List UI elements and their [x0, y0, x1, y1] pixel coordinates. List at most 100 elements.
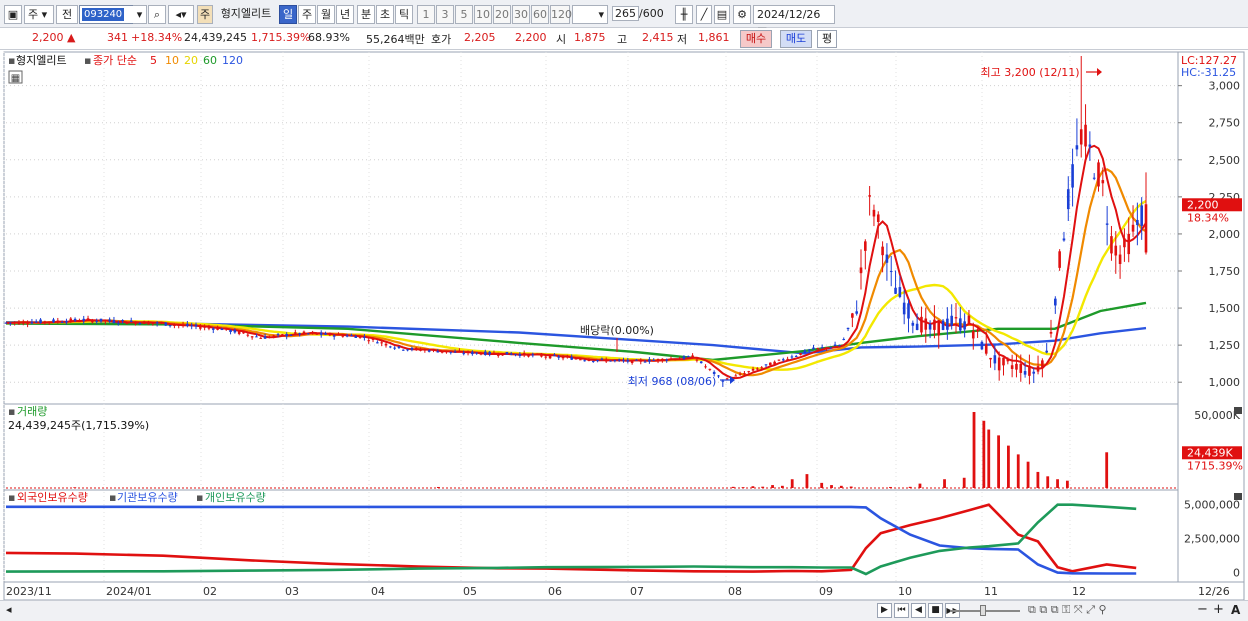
candle-body [376, 342, 379, 344]
eval-button[interactable]: 평 [817, 30, 837, 48]
tab-month[interactable]: 월 [317, 5, 335, 24]
nav-first-button[interactable]: ⏮ [894, 603, 909, 618]
candle-body [371, 338, 375, 340]
candle-body [436, 351, 440, 353]
scroll-left-icon[interactable]: ◂ [6, 603, 12, 616]
candle-body [466, 351, 470, 354]
tab-tick[interactable]: 틱 [395, 5, 413, 24]
chevron-down-icon[interactable]: ▾ [133, 5, 147, 24]
chart-tools-icon[interactable]: ⧉ ⧉ ⧉ ⚿ ⤧ ⤢ ⚲ [1028, 603, 1107, 617]
candle-body [60, 321, 64, 323]
trade-amount: 55,264백만 [366, 33, 425, 46]
candle-body [937, 320, 941, 336]
zoom-slider-handle[interactable] [980, 605, 986, 616]
line-tool-icon[interactable]: ╱ [696, 5, 712, 24]
legend-marker: ▪ [109, 491, 116, 504]
candle-type-icon[interactable]: ╫ [675, 5, 693, 24]
candle-body [263, 336, 267, 339]
candle-body [458, 350, 461, 352]
candle-body [881, 246, 884, 256]
candle-body [151, 322, 155, 324]
candle-body [1092, 177, 1096, 179]
minute-option[interactable]: 120 [550, 5, 572, 24]
period-type-select[interactable]: 주 ▾ [24, 5, 54, 24]
candle-body [924, 318, 928, 330]
volume-bar [1036, 471, 1040, 488]
minute-option[interactable]: 60 [531, 5, 549, 24]
tab-year[interactable]: 년 [336, 5, 354, 24]
minute-option[interactable]: 1 [417, 5, 435, 24]
tab-week[interactable]: 주 [298, 5, 316, 24]
candle-body [332, 335, 336, 337]
holdings-tick-label: 5,000,000 [1184, 499, 1240, 512]
tab-minute[interactable]: 분 [357, 5, 375, 24]
horizontal-scrollbar[interactable]: ◂ ▶ ⏮ ◀ ■ ▶▶ ⧉ ⧉ ⧉ ⚿ ⤧ ⤢ ⚲ − + A [0, 600, 1248, 621]
candle-body [579, 359, 582, 361]
current-price: 2,200 [32, 31, 64, 44]
zoom-in-button[interactable]: + [1213, 602, 1224, 617]
buy-button[interactable]: 매수 [740, 30, 772, 48]
time-label: 06 [548, 585, 562, 598]
candle-body [397, 346, 401, 348]
pane-close-icon[interactable] [1234, 493, 1242, 500]
candle-body [13, 322, 16, 324]
last-volume-label: 24,439K [1187, 446, 1233, 459]
prefix-button[interactable]: 전 [56, 5, 78, 24]
nav-stop-button[interactable]: ■ [928, 603, 943, 618]
candle-body [635, 359, 638, 361]
gear-icon[interactable]: ⚙ [733, 5, 751, 24]
zoom-out-button[interactable]: − [1197, 602, 1208, 617]
candle-body [181, 324, 185, 326]
tab-second[interactable]: 초 [376, 5, 394, 24]
minute-option[interactable]: 3 [436, 5, 454, 24]
candle-body [583, 360, 586, 362]
minute-option[interactable]: 5 [455, 5, 473, 24]
legend-foreign: 외국인보유수량 [17, 491, 88, 504]
candle-body [345, 335, 349, 337]
candle-body [52, 319, 55, 323]
candle-body [941, 320, 945, 330]
candle-body [276, 334, 280, 336]
tab-day[interactable]: 일 [279, 5, 297, 24]
candle-body [1144, 204, 1148, 253]
candle-body [177, 324, 181, 326]
candle-body [648, 359, 651, 362]
candle-body [851, 313, 854, 318]
candle-body [518, 354, 522, 356]
custom-period-select[interactable]: ▾ [572, 5, 608, 24]
candle-body [820, 347, 824, 349]
candle-body [39, 319, 42, 323]
nav-next-button[interactable]: ▶ [877, 603, 892, 618]
candle-body [112, 319, 116, 323]
volume-bar [771, 485, 774, 488]
candle-body [609, 360, 612, 362]
volume-bar [1026, 461, 1030, 488]
candle-body [393, 347, 396, 349]
nav-prev-button[interactable]: ◀ [911, 603, 926, 618]
candle-body [1110, 236, 1113, 254]
candle-body [155, 322, 159, 324]
window-menu-icon[interactable]: ▣ [4, 5, 22, 24]
candle-body [220, 328, 224, 331]
volume-bar [918, 483, 922, 488]
legend-ma120: 120 [222, 54, 243, 67]
save-icon[interactable]: ▤ [714, 5, 730, 24]
hc-label: HC:-31.25 [1181, 66, 1236, 79]
pane-close-icon[interactable] [1234, 407, 1242, 414]
sell-button[interactable]: 매도 [780, 30, 812, 48]
stock-chart[interactable]: 1,0001,2501,5001,7502,0002,2502,5002,750… [0, 50, 1248, 600]
minute-option[interactable]: 10 [474, 5, 492, 24]
speaker-icon[interactable]: ◂▾ [168, 5, 194, 24]
date-input[interactable]: 2024/12/26 ▦ [753, 5, 835, 38]
search-icon[interactable]: ⌕ [148, 5, 166, 24]
legend-institution: 기관보유수량 [117, 491, 178, 504]
text-tool-button[interactable]: A [1231, 603, 1240, 617]
candle-body [453, 351, 457, 353]
minute-option[interactable]: 20 [493, 5, 511, 24]
candle-body [164, 322, 168, 326]
minute-option[interactable]: 30 [512, 5, 530, 24]
candle-body [462, 353, 466, 355]
candle-body [596, 360, 599, 362]
candle-body [846, 327, 850, 330]
candle-body [1019, 363, 1023, 373]
